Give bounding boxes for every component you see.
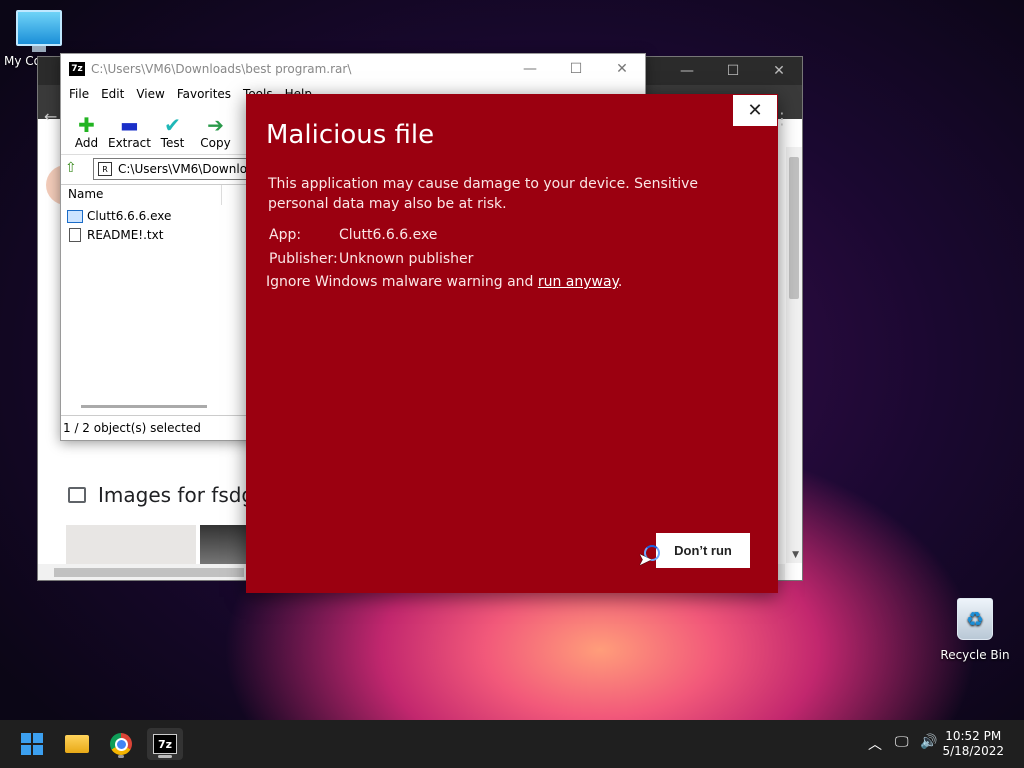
clock-time: 10:52 PM — [945, 729, 1002, 743]
add-button[interactable]: ✚ Add — [65, 114, 108, 150]
scrollbar-thumb[interactable] — [54, 568, 244, 577]
list-item[interactable]: README!.txt — [67, 228, 163, 242]
taskbar-chrome[interactable] — [103, 728, 139, 760]
close-icon[interactable]: ✕ — [599, 54, 645, 84]
text-file-icon — [69, 228, 81, 242]
app-label: App: — [269, 227, 302, 243]
file-name: Clutt6.6.6.exe — [87, 209, 172, 223]
recycle-bin-icon: ♻ — [957, 598, 993, 640]
chevron-up-icon[interactable]: ︿ — [868, 734, 882, 754]
taskbar: 7z ︿ 🖵 🔊 10:52 PM 5/18/2022 — [0, 720, 1024, 768]
back-arrow-icon[interactable]: ← — [44, 107, 57, 126]
running-indicator — [158, 755, 172, 758]
menu-edit[interactable]: Edit — [95, 87, 130, 101]
volume-icon[interactable]: 🔊 — [920, 734, 937, 750]
close-icon[interactable]: ✕ — [756, 57, 802, 85]
desktop-icon-label: Recycle Bin — [940, 648, 1010, 662]
list-item[interactable]: Clutt6.6.6.exe — [67, 209, 171, 223]
images-section-heading[interactable]: Images for fsdg — [68, 483, 254, 507]
app-row: App: Clutt6.6.6.exe — [269, 227, 437, 243]
dialog-title: Malicious file — [266, 120, 435, 150]
ignore-period: . — [617, 274, 623, 290]
ignore-text: Ignore Windows malware warning and — [266, 274, 538, 290]
toolbar-label: Test — [160, 136, 185, 150]
running-indicator — [118, 755, 124, 758]
chrome-icon — [110, 733, 132, 755]
folder-up-icon[interactable]: ⇧ — [65, 160, 83, 178]
close-icon: ✕ — [747, 100, 763, 121]
network-icon[interactable]: 🖵 — [895, 734, 909, 750]
7zip-window-controls: — ☐ ✕ — [507, 54, 645, 84]
window-title: C:\Users\VM6\Downloads\best program.rar\ — [91, 62, 352, 76]
extract-button[interactable]: ▬ Extract — [108, 114, 151, 150]
plus-icon: ✚ — [78, 113, 95, 137]
menu-file[interactable]: File — [63, 87, 95, 101]
taskbar-file-explorer[interactable] — [59, 728, 95, 760]
image-icon — [68, 487, 86, 503]
folder-icon — [65, 735, 89, 753]
column-separator[interactable] — [221, 185, 222, 205]
browser-window-controls: — ☐ ✕ — [664, 57, 802, 85]
image-thumbnail[interactable] — [200, 525, 250, 565]
scrollbar-thumb[interactable] — [789, 157, 799, 299]
publisher-label: Publisher: — [269, 251, 338, 267]
minus-icon: ▬ — [120, 113, 139, 137]
publisher-value: Unknown publisher — [339, 251, 474, 267]
malicious-file-dialog: ✕ Malicious file This application may ca… — [246, 94, 778, 593]
test-button[interactable]: ✔ Test — [151, 114, 194, 150]
run-anyway-link[interactable]: run anyway — [538, 274, 618, 290]
horizontal-scrollbar[interactable] — [81, 405, 207, 408]
exe-file-icon — [67, 209, 83, 223]
check-icon: ✔ — [164, 113, 181, 137]
archive-icon: R — [98, 162, 112, 176]
minimize-icon[interactable]: — — [507, 54, 553, 84]
close-button[interactable]: ✕ — [733, 95, 777, 126]
desktop-icon-recycle-bin[interactable]: ♻ Recycle Bin — [938, 598, 1012, 662]
maximize-icon[interactable]: ☐ — [553, 54, 599, 84]
app-value: Clutt6.6.6.exe — [339, 227, 438, 243]
clock-date: 5/18/2022 — [942, 744, 1004, 758]
images-heading-text: Images for fsdg — [98, 483, 255, 507]
7zip-logo-icon: 7z — [69, 62, 85, 76]
minimize-icon[interactable]: — — [664, 57, 710, 85]
toolbar-label: Add — [74, 136, 99, 150]
start-button[interactable] — [14, 728, 50, 760]
copy-button[interactable]: ➔ Copy — [194, 114, 237, 150]
windows-icon — [21, 733, 43, 755]
ignore-warning-text: Ignore Windows malware warning and run a… — [266, 274, 622, 290]
scroll-down-arrow-icon[interactable]: ▼ — [792, 550, 799, 560]
column-header-name[interactable]: Name — [68, 187, 103, 201]
arrow-right-icon: ➔ — [207, 113, 224, 137]
dialog-description: This application may cause damage to you… — [268, 176, 698, 212]
menu-favorites[interactable]: Favorites — [171, 87, 237, 101]
mouse-cursor-icon: ➤ — [638, 550, 653, 570]
menu-view[interactable]: View — [130, 87, 170, 101]
taskbar-7zip[interactable]: 7z — [147, 728, 183, 760]
monitor-icon — [16, 10, 62, 46]
maximize-icon[interactable]: ☐ — [710, 57, 756, 85]
toolbar-label: Copy — [200, 136, 231, 150]
publisher-row: Publisher: Unknown publisher — [269, 251, 473, 267]
7zip-icon: 7z — [153, 734, 177, 754]
dont-run-button[interactable]: Don’t run — [656, 533, 750, 568]
clock[interactable]: 10:52 PM 5/18/2022 — [942, 729, 1004, 759]
file-name: README!.txt — [87, 228, 164, 242]
image-thumbnail[interactable] — [66, 525, 196, 565]
status-text: 1 / 2 object(s) selected — [63, 421, 201, 435]
toolbar-label: Extract — [108, 136, 151, 150]
monitor-stand — [32, 46, 46, 52]
